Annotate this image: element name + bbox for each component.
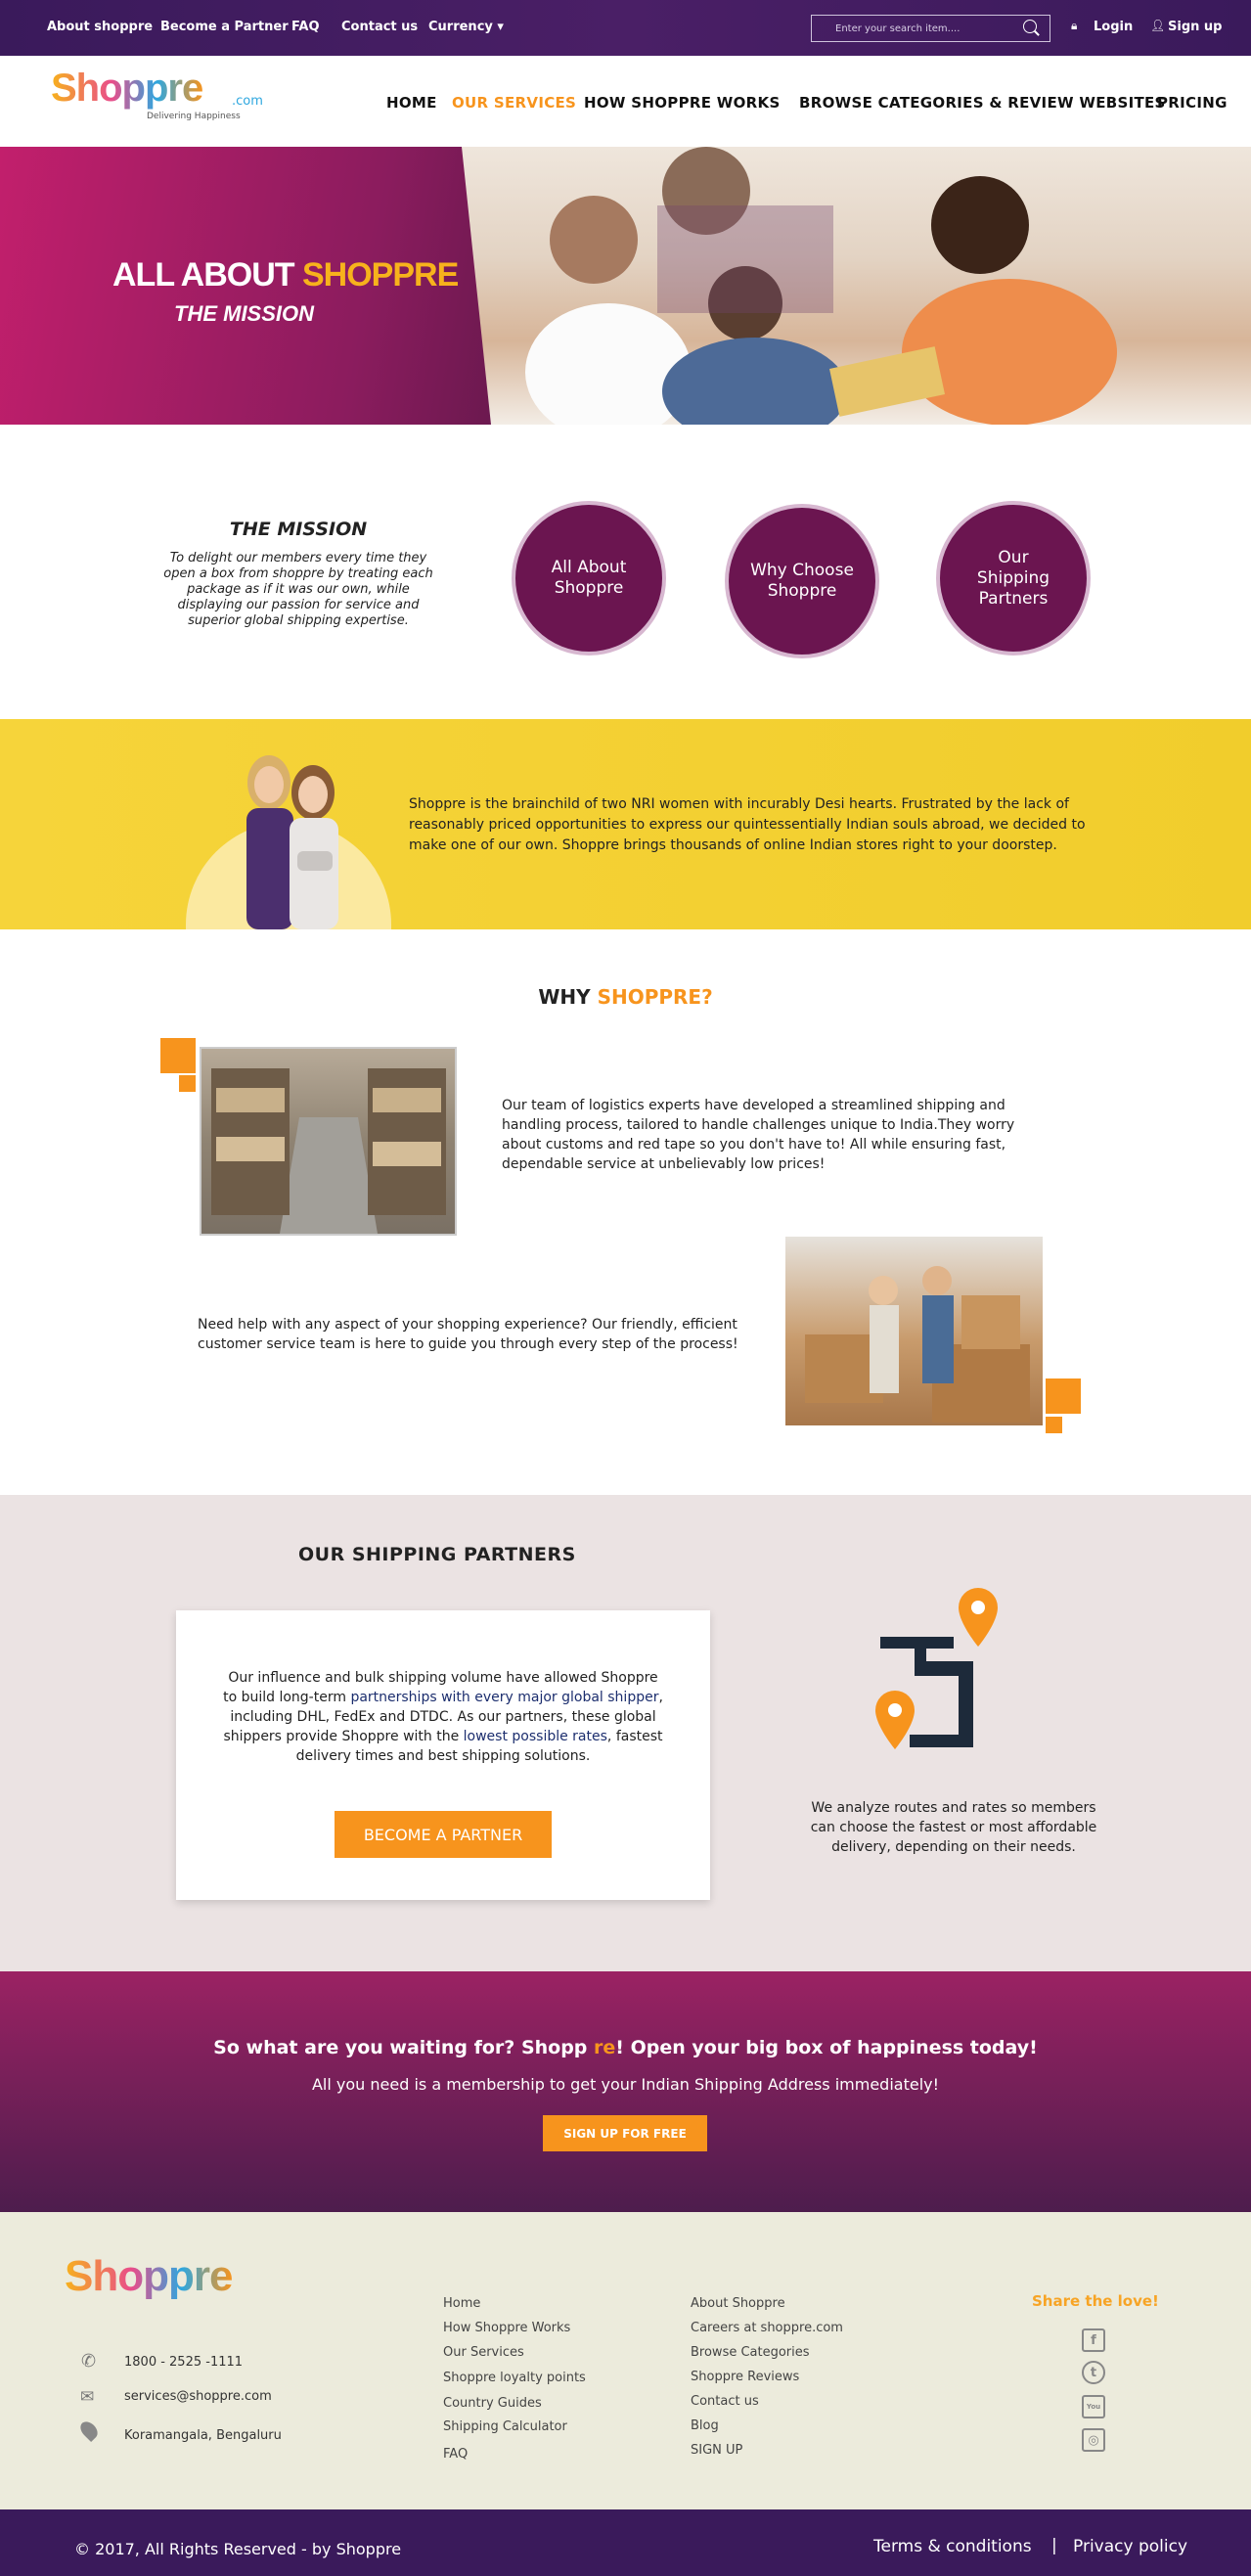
footer-link-country-guides[interactable]: Country Guides (443, 2396, 542, 2411)
nav-our-services[interactable]: OUR SERVICES (452, 94, 576, 112)
user-icon: 👤︎ (1150, 19, 1166, 32)
privacy-link[interactable]: Privacy policy (1073, 2537, 1187, 2556)
hero-subtitle: THE MISSION (174, 301, 315, 326)
logo-tld: .com (232, 94, 263, 109)
why-shoppre-title: WHY SHOPPRE? (538, 985, 713, 1009)
search-icon[interactable] (1023, 20, 1037, 33)
all-about-shoppre-button[interactable]: All About Shoppre (512, 501, 666, 655)
footer-location: Koramangala, Bengaluru (124, 2428, 282, 2443)
footer-separator: | (1051, 2536, 1057, 2555)
our-shipping-partners-button[interactable]: Our Shipping Partners (936, 501, 1091, 655)
decor-square-small (1046, 1417, 1062, 1433)
decor-square-small (179, 1075, 196, 1092)
share-the-love-heading: Share the love! (1032, 2292, 1159, 2310)
why-text-support: Need help with any aspect of your shoppi… (198, 1317, 738, 1352)
nav-pricing[interactable]: PRICING (1157, 94, 1228, 112)
mission-text: To delight our members every time they o… (163, 551, 433, 628)
faq-link[interactable]: FAQ (291, 20, 320, 34)
logo-brand: Shoppre (51, 67, 203, 110)
route-text: We analyze routes and rates so members c… (810, 1800, 1097, 1855)
twitter-icon[interactable]: t (1082, 2361, 1105, 2384)
about-text: Shoppre is the brainchild of two NRI wom… (409, 796, 1086, 853)
phone-icon: ✆ (81, 2351, 97, 2372)
login-link[interactable]: Login (1094, 20, 1133, 34)
footer-link-faq[interactable]: FAQ (443, 2447, 468, 2462)
footer-link-home[interactable]: Home (443, 2296, 480, 2311)
footer-link-contact-us[interactable]: Contact us (691, 2394, 759, 2409)
decor-square (160, 1038, 196, 1073)
warehouse-photo (200, 1047, 457, 1236)
footer-link-loyalty-points[interactable]: Shoppre loyalty points (443, 2371, 586, 2385)
footer-link-careers[interactable]: Careers at shoppre.com (691, 2321, 843, 2335)
contact-us-link[interactable]: Contact us (341, 20, 418, 34)
family-photo (462, 147, 1251, 425)
become-partner-button[interactable]: BECOME A PARTNER (335, 1811, 552, 1858)
footer-logo[interactable]: Shoppre (65, 2252, 233, 2301)
sign-up-for-free-button[interactable]: SIGN UP FOR FREE (543, 2115, 707, 2151)
why-choose-shoppre-button[interactable]: Why Choose Shoppre (725, 504, 879, 658)
shipping-partners-title: OUR SHIPPING PARTNERS (298, 1544, 576, 1565)
mail-icon: ✉ (80, 2387, 95, 2407)
footer-link-browse-categories[interactable]: Browse Categories (691, 2345, 810, 2360)
footer-email[interactable]: services@shoppre.com (124, 2389, 272, 2404)
signup-link[interactable]: Sign up (1168, 20, 1222, 34)
facebook-icon[interactable]: f (1082, 2328, 1105, 2352)
footer-link-sign-up[interactable]: SIGN UP (691, 2443, 742, 2458)
cta-title: So what are you waiting for? Shopp re! O… (213, 2037, 1038, 2058)
shoppre-logo[interactable]: Shoppre .com Delivering Happiness (51, 63, 266, 125)
become-partner-link[interactable]: Become a Partner (160, 20, 289, 34)
footer-link-shipping-calculator[interactable]: Shipping Calculator (443, 2419, 567, 2434)
decor-square (1046, 1378, 1081, 1414)
nav-home[interactable]: HOME (386, 94, 437, 112)
nav-how-shoppre-works[interactable]: HOW SHOPPRE WORKS (584, 94, 781, 112)
instagram-icon[interactable]: ◎ (1082, 2428, 1105, 2452)
youtube-icon[interactable]: You (1082, 2395, 1105, 2418)
footer-link-about-shoppre[interactable]: About Shoppre (691, 2296, 785, 2311)
footer-link-blog[interactable]: Blog (691, 2418, 719, 2433)
founders-photo (225, 744, 372, 929)
footer-phone: 1800 - 2525 -1111 (124, 2355, 244, 2370)
cta-subtitle: All you need is a membership to get your… (311, 2075, 940, 2094)
currency-dropdown[interactable]: Currency ▾ (428, 20, 504, 34)
footer-link-shoppre-reviews[interactable]: Shoppre Reviews (691, 2370, 799, 2384)
copyright-text: © 2017, All Rights Reserved - by Shoppre (74, 2540, 402, 2558)
footer-link-how-shoppre-works[interactable]: How Shoppre Works (443, 2321, 570, 2335)
footer-link-our-services[interactable]: Our Services (443, 2345, 524, 2360)
nav-browse-categories[interactable]: BROWSE CATEGORIES & REVIEW WEBSITES (799, 94, 1166, 112)
mission-title: THE MISSION (229, 519, 368, 540)
hero-title: ALL ABOUT SHOPPRE (112, 256, 459, 294)
search-input[interactable] (811, 15, 1050, 42)
about-shoppre-link[interactable]: About shoppre (47, 20, 153, 34)
partners-text: Our influence and bulk shipping volume h… (223, 1670, 663, 1764)
route-map-icon (856, 1588, 1003, 1754)
terms-link[interactable]: Terms & conditions (873, 2537, 1032, 2556)
lock-icon: 🔒︎ (1071, 19, 1078, 32)
why-text-logistics: Our team of logistics experts have devel… (502, 1098, 1015, 1172)
logo-tagline: Delivering Happiness (147, 112, 241, 121)
moving-boxes-photo (785, 1237, 1043, 1425)
